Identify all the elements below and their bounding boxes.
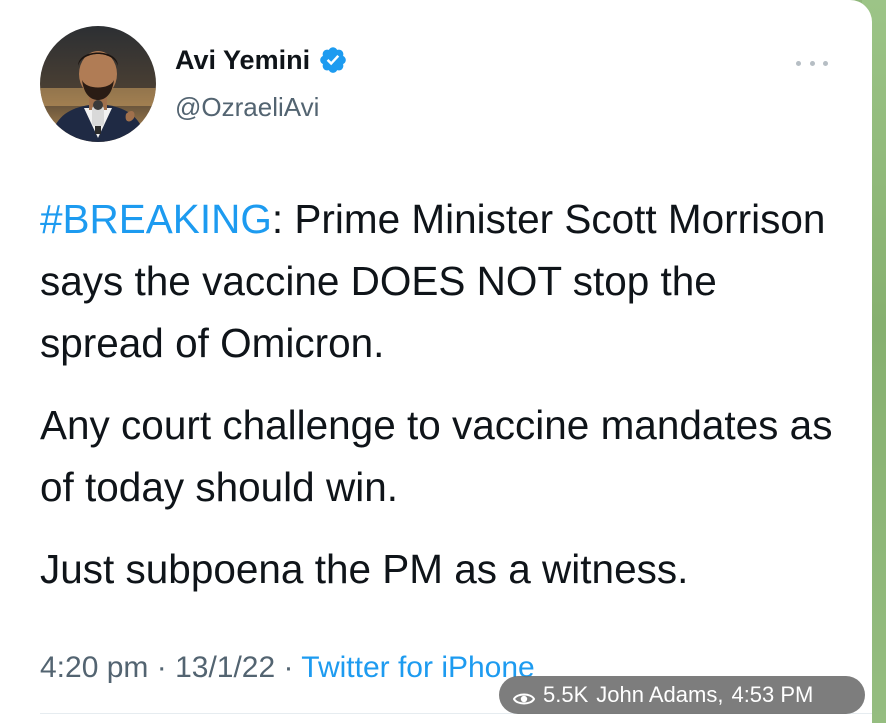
view-count: 5.5K	[543, 682, 589, 707]
tweet-meta: 4:20 pm · 13/1/22 · Twitter for iPhone	[40, 648, 535, 688]
meta-separator: ·	[275, 651, 302, 684]
avatar[interactable]	[40, 26, 156, 142]
hashtag-link[interactable]: #BREAKING	[40, 196, 272, 242]
more-dot	[796, 60, 801, 66]
name-row: Avi Yemini	[175, 44, 348, 76]
more-options-icon[interactable]	[792, 54, 832, 72]
message-info-badge: 5.5K John Adams, 4:53 PM	[499, 676, 865, 714]
tweet-paragraph-1: #BREAKING: Prime Minister Scott Morrison…	[40, 188, 850, 374]
tweet-time[interactable]: 4:20 pm	[40, 651, 148, 684]
tweet-source-link[interactable]: Twitter for iPhone	[301, 651, 534, 684]
user-handle[interactable]: @OzraeliAvi	[175, 92, 319, 122]
post-author: John Adams,	[596, 682, 724, 707]
tweet-date[interactable]: 13/1/22	[175, 651, 275, 684]
display-name[interactable]: Avi Yemini	[175, 44, 310, 76]
meta-separator: ·	[148, 651, 176, 684]
post-time: 4:53 PM	[731, 682, 814, 707]
eye-icon	[512, 687, 536, 705]
tweet-paragraph-2: Any court challenge to vaccine mandates …	[40, 402, 833, 510]
more-dot	[823, 60, 828, 66]
tweet-card[interactable]: Avi Yemini @OzraeliAvi #BREAKING: Prime …	[0, 0, 872, 723]
verified-badge-icon	[318, 45, 348, 75]
more-dot	[809, 60, 815, 66]
tweet-paragraph-3: Just subpoena the PM as a witness.	[40, 546, 689, 592]
tweet-text: #BREAKING: Prime Minister Scott Morrison…	[40, 188, 850, 620]
